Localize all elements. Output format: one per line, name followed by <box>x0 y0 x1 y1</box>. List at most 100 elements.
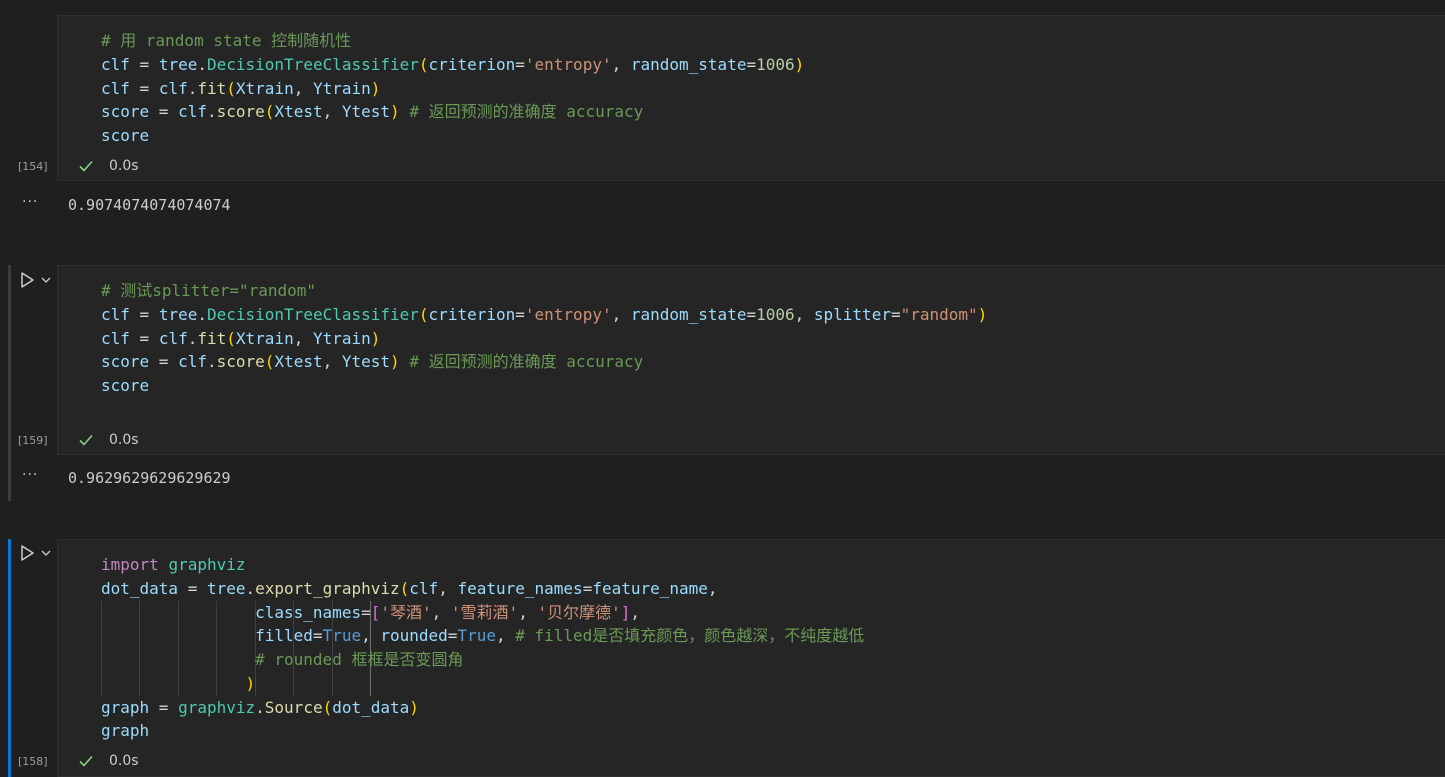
code-line: score <box>101 374 149 398</box>
code-token: Xtest <box>274 102 323 121</box>
code-token: ( <box>418 305 429 324</box>
code-token: score <box>216 352 265 371</box>
code-token: criterion <box>428 305 516 324</box>
execution-time: 0.0s <box>109 432 139 448</box>
code-token: ) <box>370 79 381 98</box>
code-token: = <box>149 102 179 121</box>
code-token: feature_names <box>457 579 583 598</box>
code-token: True <box>457 626 496 645</box>
code-token: [ <box>370 603 381 622</box>
code-token: , <box>611 305 631 324</box>
code-token: = <box>515 305 525 324</box>
cell-3-focus-indicator <box>8 539 11 777</box>
code-token: . <box>206 352 217 371</box>
code-token: graph <box>101 721 150 740</box>
code-token: dot_data <box>332 698 410 717</box>
code-token: DecisionTreeClassifier <box>206 305 419 324</box>
code-token: clf <box>101 329 130 348</box>
code-token: Ytest <box>341 102 391 121</box>
code-token: ( <box>418 55 429 74</box>
code-line: # 测试splitter="random" <box>101 279 316 303</box>
code-line: # 用 random state 控制随机性 <box>101 29 351 53</box>
more-actions-icon[interactable]: ··· <box>22 194 38 210</box>
code-token: , <box>431 603 451 622</box>
code-token: class_names <box>255 603 362 622</box>
code-line: graph <box>101 719 149 743</box>
code-token: = <box>447 626 458 645</box>
code-token: 1006 <box>756 305 795 324</box>
execution-count: [159] <box>18 434 48 447</box>
code-token: '雪莉酒' <box>450 603 519 622</box>
code-token: ] <box>620 603 631 622</box>
code-token: clf <box>178 352 207 371</box>
code-token: '贝尔摩德' <box>537 603 621 622</box>
code-line: # rounded 框框是否变圆角 <box>101 648 463 672</box>
code-token: score <box>101 126 150 145</box>
code-token: rounded <box>380 626 448 645</box>
code-token: clf <box>158 79 188 98</box>
code-token: ) <box>794 55 805 74</box>
cell-2-output: 0.9629629629629629 <box>68 469 231 487</box>
code-token: 1006 <box>756 55 795 74</box>
code-token: Xtrain <box>235 79 294 98</box>
code-token: Ytrain <box>312 329 371 348</box>
code-line: clf = tree.DecisionTreeClassifier(criter… <box>101 303 987 327</box>
code-token: fit <box>197 79 227 98</box>
code-token: random_state <box>630 55 747 74</box>
code-token: dot_data <box>101 579 179 598</box>
code-token: , <box>438 579 458 598</box>
run-cell-icon[interactable] <box>19 271 35 289</box>
code-token: . <box>197 305 207 324</box>
code-token: ) <box>409 698 419 717</box>
code-token: = <box>129 305 159 324</box>
code-token: Xtest <box>274 352 323 371</box>
code-token: graphviz <box>178 698 256 717</box>
code-token: 'entropy' <box>524 55 612 74</box>
code-token: , <box>707 579 718 598</box>
code-token: score <box>101 102 150 121</box>
execution-time: 0.0s <box>109 158 139 174</box>
more-actions-icon[interactable]: ··· <box>22 467 38 483</box>
code-token: = <box>312 626 323 645</box>
code-token: import <box>101 555 159 574</box>
check-icon <box>79 160 93 172</box>
execution-count: [154] <box>18 160 48 173</box>
run-cell-icon[interactable] <box>19 544 35 562</box>
code-token: = <box>746 55 757 74</box>
code-token: = <box>149 352 179 371</box>
code-token: tree <box>206 579 246 598</box>
code-token: random_state <box>630 305 747 324</box>
code-token: = <box>129 329 159 348</box>
check-icon <box>79 434 93 446</box>
code-token: ( <box>226 79 236 98</box>
code-line: clf = tree.DecisionTreeClassifier(criter… <box>101 53 804 77</box>
chevron-down-icon[interactable] <box>41 549 51 557</box>
code-token: clf <box>101 79 130 98</box>
cell-1-output: 0.9074074074074074 <box>68 196 231 214</box>
code-token: # 返回预测的准确度 accuracy <box>409 102 644 121</box>
code-token: score <box>101 376 150 395</box>
code-line: class_names=['琴酒', '雪莉酒', '贝尔摩德'], <box>101 601 640 625</box>
code-line: filled=True, rounded=True, # filled是否填充颜… <box>101 624 864 648</box>
code-token: Source <box>264 698 323 717</box>
execution-time: 0.0s <box>109 753 139 769</box>
code-token: ( <box>322 698 333 717</box>
code-line: score = clf.score(Xtest, Ytest) # 返回预测的准… <box>101 100 643 124</box>
code-token: , <box>630 603 641 622</box>
chevron-down-icon[interactable] <box>41 276 51 284</box>
code-line: clf = clf.fit(Xtrain, Ytrain) <box>101 77 380 101</box>
code-token: # 返回预测的准确度 accuracy <box>409 352 644 371</box>
code-token: = <box>746 305 757 324</box>
code-token: score <box>216 102 265 121</box>
code-token: # filled是否填充颜色，颜色越深，不纯度越低 <box>515 626 865 645</box>
code-token: True <box>322 626 362 645</box>
execution-count: [158] <box>18 755 48 768</box>
code-token: , <box>611 55 631 74</box>
code-token: . <box>187 79 198 98</box>
code-token: graph <box>101 698 150 717</box>
code-token: = <box>890 305 901 324</box>
code-token: ( <box>226 329 236 348</box>
